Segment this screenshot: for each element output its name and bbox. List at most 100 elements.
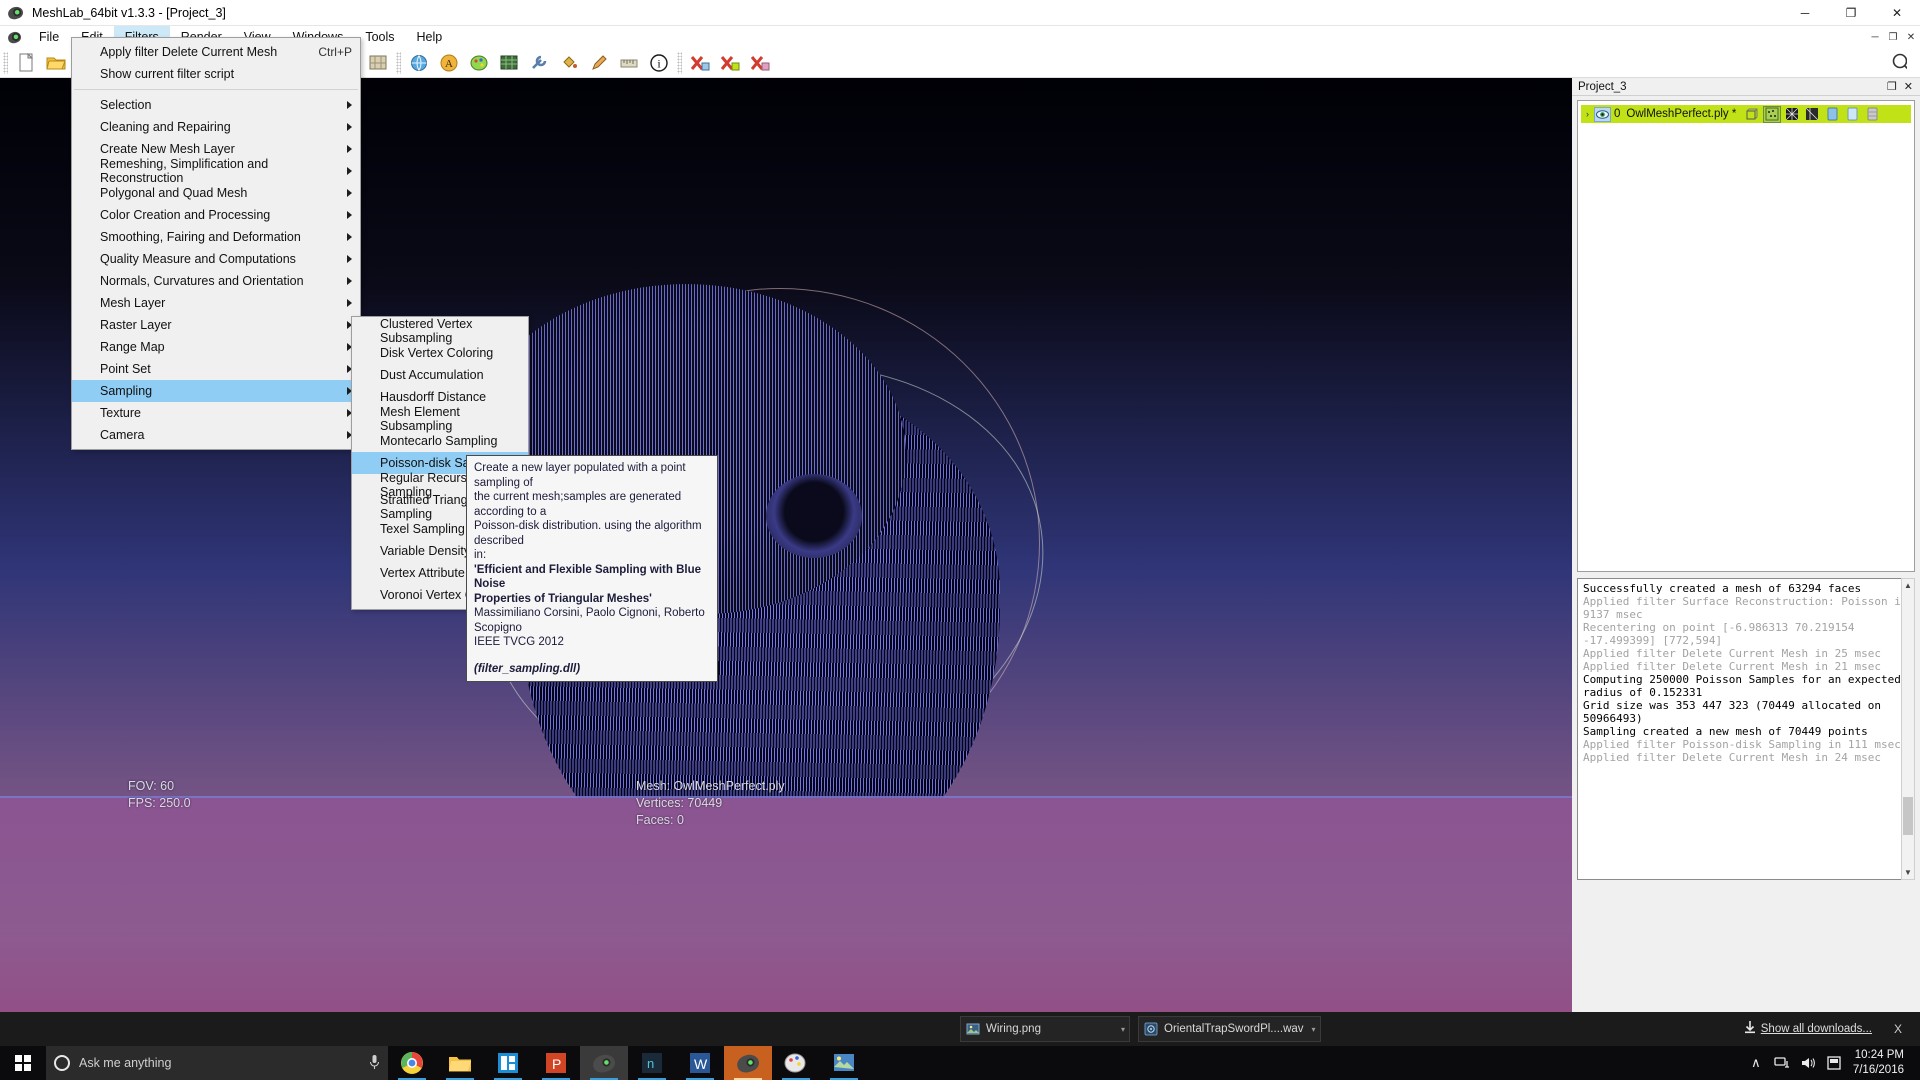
submenu-item-label: Dust Accumulation [380,368,484,382]
taskbar-clock[interactable]: 10:24 PM 7/16/2016 [1847,1048,1914,1078]
submenu-mesh-element-subsampling[interactable]: Mesh Element Subsampling [352,405,528,433]
download-item[interactable]: Wiring.png ▾ [960,1016,1130,1042]
menu-help[interactable]: Help [406,26,454,48]
visibility-eye-icon[interactable] [1594,106,1611,122]
log-scrollbar[interactable]: ▲ ▼ [1901,578,1915,880]
layer-row[interactable]: › 0 OwlMeshPerfect.ply * [1581,105,1911,123]
filters-dropdown-menu[interactable]: Apply filter Delete Current Mesh Ctrl+P … [71,37,361,450]
start-button[interactable] [0,1046,46,1080]
toolbar-grip[interactable] [3,51,8,74]
taskbar-app-meshlab-2[interactable] [724,1046,772,1080]
menu-smoothing-fairing-deformation[interactable]: Smoothing, Fairing and Deformation [72,226,360,248]
menu-tools[interactable]: Tools [354,26,405,48]
expand-arrow-icon[interactable]: › [1581,109,1594,119]
submenu-dust-accumulation[interactable]: Dust Accumulation [352,364,528,386]
log-line: Applied filter Delete Current Mesh in 21… [1583,660,1882,673]
show-all-downloads-label: Show all downloads... [1760,1023,1872,1035]
close-downloads-bar-button[interactable]: X [1894,1022,1902,1036]
menu-camera[interactable]: Camera [72,424,360,446]
wrench-icon[interactable] [525,50,553,76]
layer-list-panel[interactable]: › 0 OwlMeshPerfect.ply * [1577,100,1915,572]
palette-icon[interactable] [465,50,493,76]
scroll-down-arrow-icon[interactable]: ▼ [1902,866,1914,879]
hidden-lines-render-icon[interactable] [1804,107,1820,122]
smooth-shading-icon[interactable] [1844,107,1860,122]
menu-range-map[interactable]: Range Map [72,336,360,358]
taskbar-app-store[interactable] [484,1046,532,1080]
texture-render-icon[interactable] [1864,107,1880,122]
log-scrollbar-thumb[interactable] [1903,797,1913,835]
taskbar-app-word[interactable]: W [676,1046,724,1080]
open-folder-icon[interactable] [42,50,70,76]
show-all-downloads-link[interactable]: Show all downloads... [1744,1021,1872,1037]
taskbar-app-chrome[interactable] [388,1046,436,1080]
dock-close-button[interactable]: ✕ [1904,80,1913,93]
menu-sampling[interactable]: Sampling [72,380,360,402]
wireframe-render-icon[interactable] [1784,107,1800,122]
close-button[interactable]: ✕ [1874,0,1920,26]
taskbar-app-paint[interactable] [772,1046,820,1080]
tooltip-line-2: the current mesh;samples are generated a… [474,491,682,518]
action-center-icon[interactable] [1821,1056,1847,1070]
points-render-icon[interactable] [1763,105,1782,123]
texture-icon[interactable] [364,50,392,76]
submenu-disk-vertex-coloring[interactable]: Disk Vertex Coloring [352,342,528,364]
toolbar-grip-4[interactable] [396,51,401,74]
log-console-panel[interactable]: Successfully created a mesh of 63294 fac… [1577,578,1915,880]
taskbar-app-powerpoint[interactable]: P [532,1046,580,1080]
category-label: Cleaning and Repairing [100,120,231,134]
delete-all-icon[interactable] [716,50,744,76]
download-item[interactable]: OrientalTrapSwordPl....wav ▾ [1138,1016,1321,1042]
layer-name-label: OwlMeshPerfect.ply * [1626,108,1737,120]
menu-normals-curvatures-orientation[interactable]: Normals, Curvatures and Orientation [72,270,360,292]
search-icon[interactable] [1891,50,1919,76]
minimize-button[interactable]: ─ [1782,0,1828,26]
microphone-icon[interactable] [369,1054,380,1073]
delete-raster-icon[interactable] [746,50,774,76]
dock-undock-button[interactable]: ❐ [1887,80,1897,93]
network-icon[interactable] [1769,1056,1795,1070]
menu-selection[interactable]: Selection [72,94,360,116]
mdi-close-button[interactable]: ✕ [1902,28,1920,46]
taskbar-app-photos[interactable] [820,1046,868,1080]
new-document-icon[interactable] [12,50,40,76]
bounding-box-icon[interactable] [1744,107,1760,122]
taskbar-app-netbeans[interactable]: n [628,1046,676,1080]
menu-quality-measure-and-computations[interactable]: Quality Measure and Computations [72,248,360,270]
menu-point-set[interactable]: Point Set [72,358,360,380]
menu-color-creation-and-processing[interactable]: Color Creation and Processing [72,204,360,226]
maximize-button[interactable]: ❐ [1828,0,1874,26]
menu-mesh-layer[interactable]: Mesh Layer [72,292,360,314]
flat-shading-icon[interactable] [1824,107,1840,122]
search-input[interactable]: Ask me anything [46,1046,388,1080]
chevron-down-icon[interactable]: ▾ [1304,1025,1316,1034]
menu-cleaning-and-repairing[interactable]: Cleaning and Repairing [72,116,360,138]
submenu-montecarlo-sampling[interactable]: Montecarlo Sampling [352,430,528,452]
menu-polygonal-and-quad-mesh[interactable]: Polygonal and Quad Mesh [72,182,360,204]
annotation-icon[interactable]: A [435,50,463,76]
menu-remeshing-simplification[interactable]: Remeshing, Simplification and Reconstruc… [72,157,360,185]
menu-texture[interactable]: Texture [72,402,360,424]
info-icon[interactable]: i [645,50,673,76]
mdi-minimize-button[interactable]: ─ [1866,28,1884,46]
show-hidden-icons-chevron[interactable]: ∧ [1743,1055,1769,1071]
globe-icon[interactable] [405,50,433,76]
delete-mesh-icon[interactable] [686,50,714,76]
toolbar-grip-5[interactable] [677,51,682,74]
menu-raster-layer[interactable]: Raster Layer [72,314,360,336]
submenu-clustered-vertex-subsampling[interactable]: Clustered Vertex Subsampling [352,317,528,345]
measure-icon[interactable] [615,50,643,76]
mdi-restore-button[interactable]: ❐ [1884,28,1902,46]
volume-icon[interactable] [1795,1056,1821,1070]
menu-show-filter-script[interactable]: Show current filter script [72,63,360,85]
tooltip-line-3: Poisson-disk distribution. using the alg… [474,520,702,547]
chevron-down-icon[interactable]: ▾ [1113,1025,1125,1034]
paint-bucket-icon[interactable] [555,50,583,76]
pen-tool-icon[interactable] [585,50,613,76]
menu-apply-filter[interactable]: Apply filter Delete Current Mesh Ctrl+P [72,41,360,63]
scroll-up-arrow-icon[interactable]: ▲ [1902,579,1914,592]
menu-file[interactable]: File [28,26,70,48]
grid-tool-icon[interactable] [495,50,523,76]
taskbar-app-file-explorer[interactable] [436,1046,484,1080]
taskbar-app-meshlab-1[interactable] [580,1046,628,1080]
